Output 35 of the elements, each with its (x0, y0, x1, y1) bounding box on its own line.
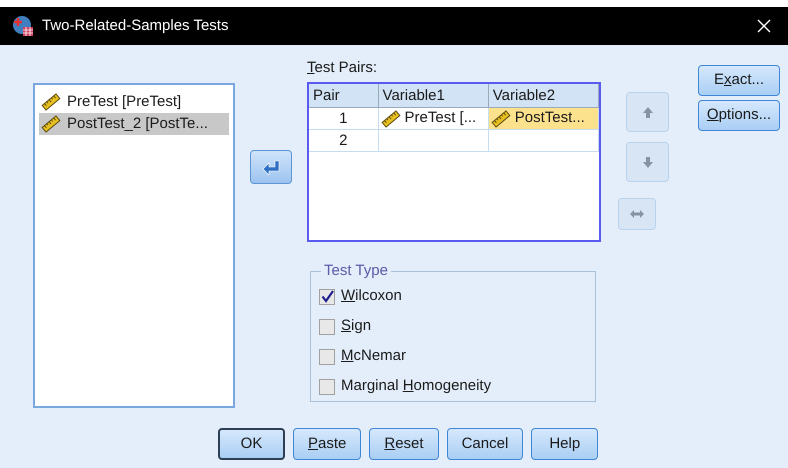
ruler-icon (490, 110, 511, 128)
checkbox-option[interactable]: Sign (319, 316, 587, 336)
table-cell: 1 (309, 108, 379, 129)
options-button[interactable]: Options... (698, 100, 780, 131)
close-icon (757, 19, 771, 33)
checkbox[interactable] (319, 288, 335, 304)
dialog-button[interactable]: OK (218, 428, 285, 460)
checkbox[interactable] (319, 318, 335, 334)
arrow-left-icon (261, 159, 281, 175)
checkbox-option[interactable]: Wilcoxon (319, 286, 587, 306)
checkbox-option[interactable]: McNemar (319, 346, 587, 366)
window-title: Two-Related-Samples Tests (42, 16, 228, 36)
checkbox[interactable] (319, 378, 335, 394)
variable-item[interactable]: PostTest_2 [PostTe... (39, 113, 229, 135)
checkbox-option[interactable]: Marginal Homogeneity (319, 376, 587, 396)
dialog-button[interactable]: Paste (293, 428, 362, 460)
column-header: Variable2 (488, 84, 600, 107)
group-title: Test Type (323, 261, 389, 281)
move-button[interactable] (250, 150, 292, 184)
test-pairs-label: Test Pairs: (307, 58, 378, 78)
variable-item[interactable]: PreTest [PreTest] (39, 91, 229, 113)
table-cell[interactable]: PreTest [... (378, 108, 489, 129)
table-cell: 2 (309, 130, 379, 151)
exact-button[interactable]: Exact... (698, 65, 780, 96)
column-header: Variable1 (378, 84, 489, 107)
column-header: Pair (309, 84, 379, 107)
ruler-icon (41, 115, 61, 133)
dialog-button[interactable]: Reset (369, 428, 439, 460)
dialog-button[interactable]: Cancel (446, 428, 524, 460)
app-icon (12, 15, 34, 37)
dialog-button[interactable]: Help (531, 428, 598, 460)
checkbox[interactable] (319, 348, 335, 364)
table-cell[interactable]: PostTest... (488, 108, 600, 129)
ruler-icon (380, 110, 401, 128)
check-icon (320, 290, 334, 303)
